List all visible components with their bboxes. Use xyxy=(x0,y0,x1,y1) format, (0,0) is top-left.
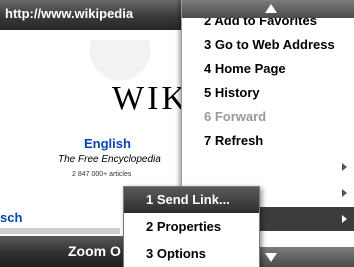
triangle-right-icon xyxy=(342,215,347,223)
left-softkey-zoom[interactable]: Zoom O xyxy=(68,243,121,259)
menu-scroll-up-button[interactable] xyxy=(182,0,354,18)
menu-item-label: 4 Home Page xyxy=(204,61,286,76)
article-count: 2 847 000+ articles xyxy=(72,171,132,178)
english-link[interactable]: English xyxy=(84,136,131,151)
menu-item[interactable]: 5 History xyxy=(182,81,354,105)
horizontal-scrollbar[interactable] xyxy=(0,228,120,234)
menu-item-label: 3 Go to Web Address xyxy=(204,37,335,52)
submenu-item-label: 3 Options xyxy=(146,246,206,261)
triangle-right-icon xyxy=(342,189,347,197)
menu-item[interactable]: 7 Refresh xyxy=(182,129,354,153)
menu-item-label: 7 Refresh xyxy=(204,133,264,148)
send-submenu: 1 Send Link... 2 Properties 3 Options xyxy=(123,186,260,267)
menu-item-label: 2 Add to Favorites xyxy=(204,18,317,28)
submenu-item[interactable]: 1 Send Link... xyxy=(124,187,259,213)
submenu-item-label: 2 Properties xyxy=(146,219,222,234)
triangle-up-icon xyxy=(265,4,277,13)
menu-item[interactable]: 6 Forward xyxy=(182,105,354,129)
menu-item-label: 5 History xyxy=(204,85,260,100)
submenu-item[interactable]: 3 Options xyxy=(124,241,259,267)
menu-item-label: 6 Forward xyxy=(204,109,267,124)
phone-screen: http://www.wikipedia WIKI English The Fr… xyxy=(0,0,354,267)
submenu-item[interactable]: 2 Properties xyxy=(124,214,259,240)
menu-item[interactable]: 2 Add to Favorites xyxy=(182,18,354,33)
triangle-right-icon xyxy=(342,163,347,171)
url-text[interactable]: http://www.wikipedia xyxy=(5,6,133,21)
menu-item[interactable]: 4 Home Page xyxy=(182,57,354,81)
triangle-down-icon xyxy=(265,253,277,262)
menu-item[interactable] xyxy=(182,155,354,179)
partial-search-link[interactable]: sch xyxy=(0,210,22,225)
menu-item[interactable]: 3 Go to Web Address xyxy=(182,33,354,57)
submenu-item-label: 1 Send Link... xyxy=(146,192,230,207)
tagline: The Free Encyclopedia xyxy=(58,154,161,165)
